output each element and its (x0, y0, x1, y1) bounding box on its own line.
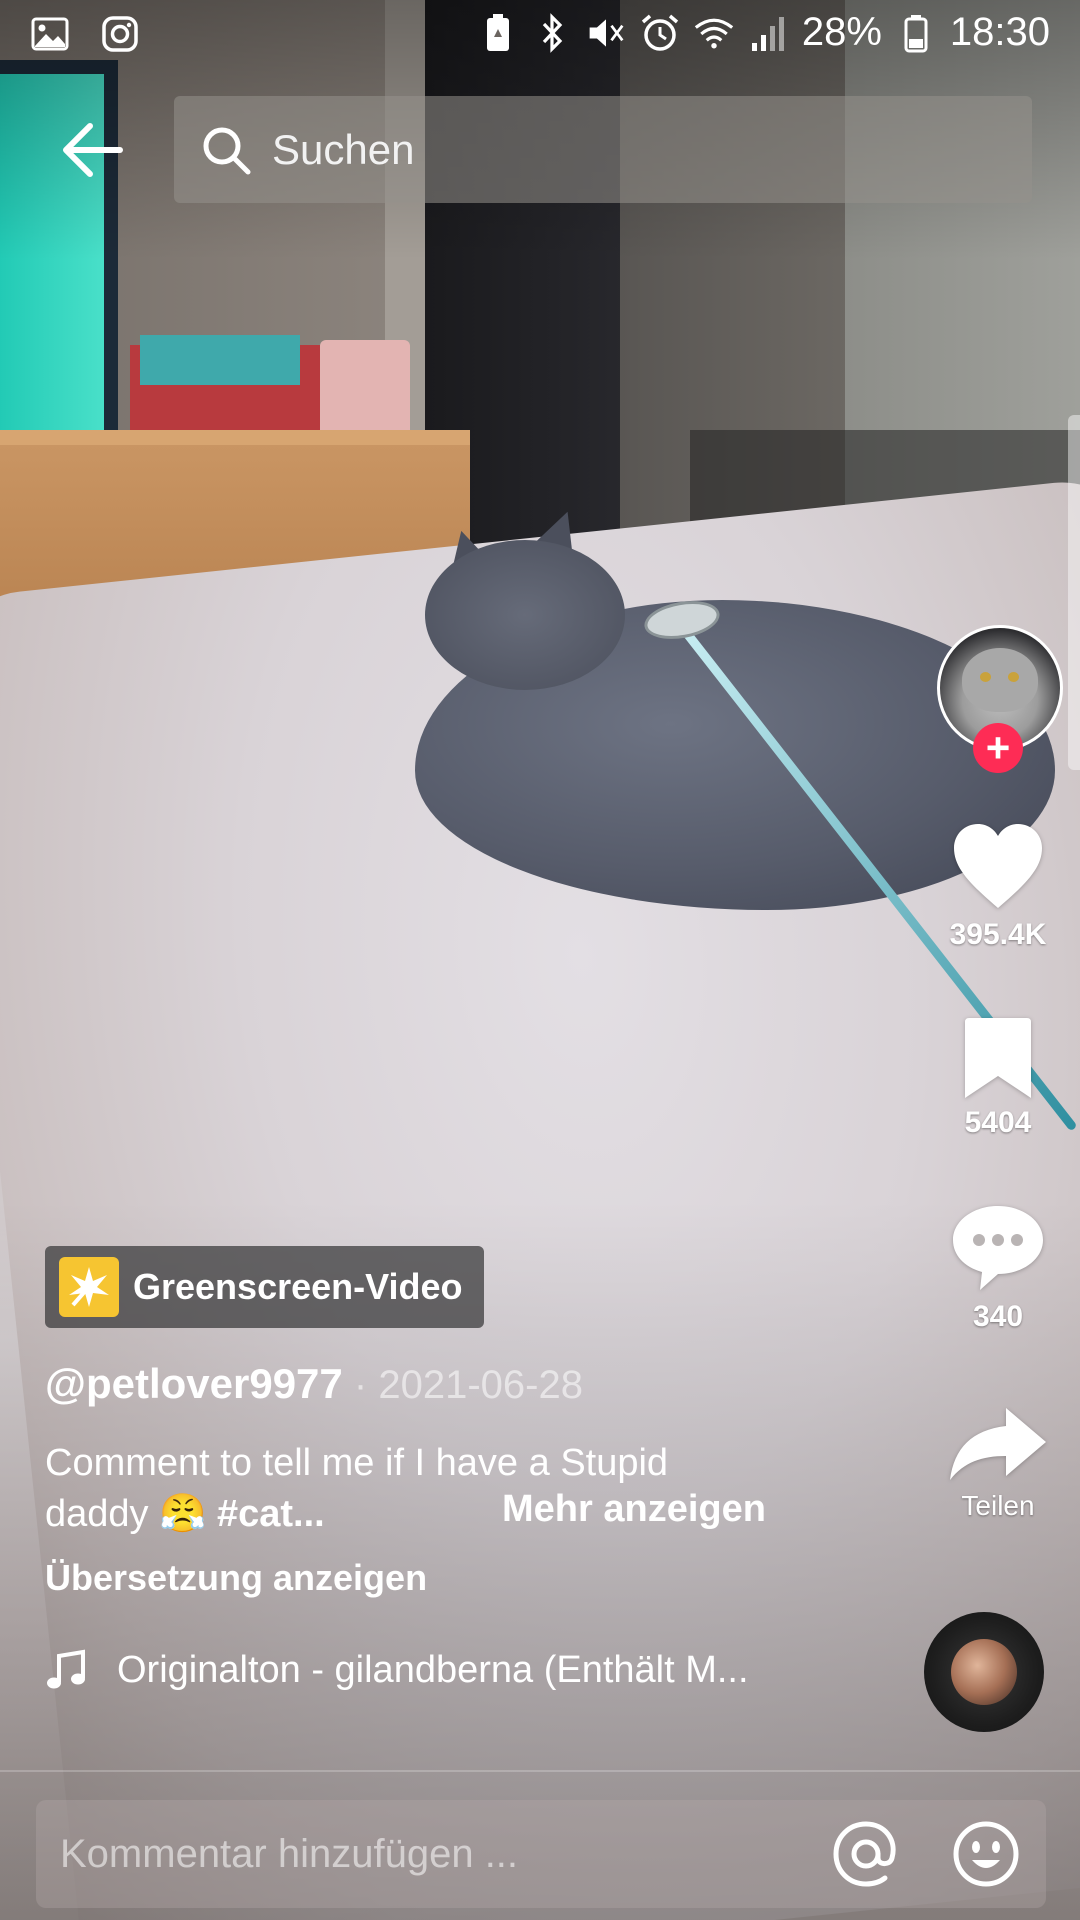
divider (0, 1770, 1080, 1772)
wifi-icon (694, 13, 734, 53)
gallery-icon (30, 14, 70, 54)
share-button[interactable]: Teilen (935, 1404, 1061, 1522)
post-date: 2021-06-28 (378, 1363, 583, 1407)
smiley-icon (953, 1821, 1019, 1887)
instagram-icon (100, 14, 140, 54)
effect-label: Greenscreen-Video (133, 1266, 463, 1307)
share-label: Teilen (961, 1490, 1035, 1521)
username-link[interactable]: @petlover9977 (45, 1360, 343, 1407)
battery-saver-icon (478, 13, 518, 53)
comment-button[interactable]: 340 (935, 1204, 1061, 1334)
hashtag-link[interactable]: #cat... (217, 1493, 325, 1535)
bluetooth-icon (532, 12, 572, 53)
status-bar: 28% 18:30 (0, 0, 1080, 72)
search-icon (203, 127, 251, 174)
translate-link[interactable]: Übersetzung anzeigen (45, 1557, 427, 1599)
scene-cat-head (425, 540, 625, 690)
music-note-icon (47, 1649, 85, 1689)
avatar-cat-eyes (980, 672, 1020, 682)
back-button[interactable] (58, 118, 128, 182)
author-line: @petlover9977 · 2021-06-28 (45, 1360, 583, 1408)
bookmark-icon (965, 1018, 1031, 1098)
clock: 18:30 (949, 10, 1050, 54)
video-player[interactable] (0, 0, 1080, 1920)
search-input[interactable]: Suchen (174, 96, 1032, 203)
share-arrow-icon (950, 1408, 1046, 1480)
save-button[interactable]: 5404 (935, 1016, 1061, 1140)
mention-button[interactable] (830, 1818, 902, 1890)
like-count: 395.4K (949, 918, 1047, 951)
scene-box (320, 340, 410, 440)
at-sign-icon (833, 1821, 896, 1887)
follow-button[interactable]: + (973, 723, 1023, 773)
signal-icon (748, 13, 788, 53)
effect-sparkle-icon (59, 1257, 119, 1317)
scroll-indicator (1068, 415, 1080, 770)
heart-icon (954, 824, 1042, 908)
music-label: Originalton - gilandberna (Enthält M... (117, 1648, 749, 1691)
plus-icon: + (985, 724, 1011, 771)
show-more-link[interactable]: Mehr anzeigen (502, 1488, 766, 1531)
battery-percent: 28% (801, 10, 882, 54)
scene-box (140, 335, 300, 385)
comment-input[interactable]: Kommentar hinzufügen ... (60, 1800, 518, 1908)
search-placeholder: Suchen (272, 125, 415, 173)
alarm-icon (640, 13, 680, 53)
arrow-left-icon (63, 123, 123, 177)
effect-badge[interactable]: Greenscreen-Video (45, 1246, 484, 1328)
battery-icon (896, 13, 936, 53)
comment-icon (953, 1206, 1043, 1290)
separator: · (342, 1363, 379, 1407)
music-row[interactable]: Originalton - gilandberna (Enthält M... (45, 1648, 749, 1692)
comment-count: 340 (972, 1300, 1024, 1333)
music-disc[interactable] (924, 1612, 1044, 1732)
comment-bar: Kommentar hinzufügen ... (36, 1800, 1046, 1908)
emoji-button[interactable] (950, 1818, 1022, 1890)
music-cover-image (951, 1639, 1017, 1705)
like-button[interactable]: 395.4K (935, 822, 1061, 952)
save-count: 5404 (964, 1106, 1032, 1139)
mute-icon (586, 13, 626, 53)
